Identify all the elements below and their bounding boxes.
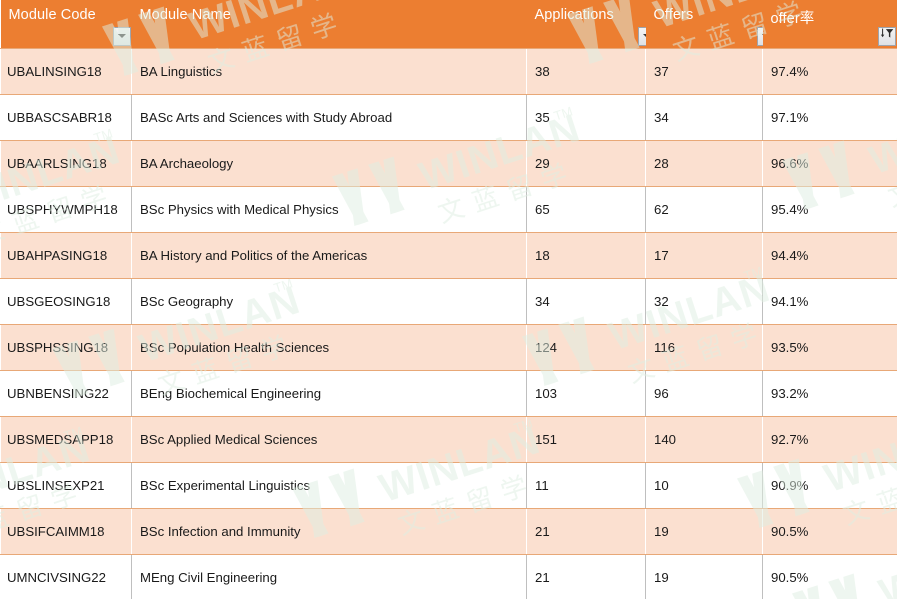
- cell-module-name: BA Archaeology: [131, 139, 527, 187]
- cell-offers: 17: [645, 231, 763, 279]
- table-row[interactable]: UBSPHSSING18 BSc Population Health Scien…: [0, 323, 897, 371]
- table-row[interactable]: UBSGEOSING18 BSc Geography 34 32 94.1%: [0, 277, 897, 325]
- cell-offers: 34: [645, 93, 763, 141]
- cell-module-code: UBSPHSSING18: [0, 323, 132, 371]
- cell-module-code: UBSGEOSING18: [0, 277, 132, 325]
- cell-applications: 65: [526, 185, 646, 233]
- cell-module-code: UMNCIVSING22: [0, 553, 132, 599]
- table-row[interactable]: UBAHPASING18 BA History and Politics of …: [0, 231, 897, 279]
- column-header-offer-rate[interactable]: offer率: [762, 0, 897, 48]
- filter-dropdown-module-code[interactable]: [112, 26, 131, 46]
- cell-module-code: UBSLINSEXP21: [0, 461, 132, 509]
- cell-module-name: BASc Arts and Sciences with Study Abroad: [131, 93, 527, 141]
- cell-applications: 21: [526, 553, 646, 599]
- table-header: Module Code Module Name Applications Off…: [0, 0, 897, 48]
- cell-module-code: UBSMEDSAPP18: [0, 415, 132, 463]
- cell-offer-rate: 92.7%: [762, 415, 897, 463]
- cell-offers: 140: [645, 415, 763, 463]
- cell-offer-rate: 94.1%: [762, 277, 897, 325]
- cell-offers: 62: [645, 185, 763, 233]
- column-header-label: Applications: [534, 7, 614, 23]
- cell-applications: 124: [526, 323, 646, 371]
- cell-applications: 103: [526, 369, 646, 417]
- header-row: Module Code Module Name Applications Off…: [0, 0, 897, 48]
- cell-offers: 116: [645, 323, 763, 371]
- cell-module-code: UBNBENSING22: [0, 369, 132, 417]
- cell-offer-rate: 94.4%: [762, 231, 897, 279]
- column-header-label: offer率: [770, 11, 815, 27]
- cell-module-code: UBAHPASING18: [0, 231, 132, 279]
- table-row[interactable]: UMNCIVSING22 MEng Civil Engineering 21 1…: [0, 553, 897, 599]
- cell-offer-rate: 97.4%: [762, 47, 897, 95]
- column-header-label: Module Code: [8, 7, 96, 23]
- cell-offers: 32: [645, 277, 763, 325]
- cell-offer-rate: 90.5%: [762, 553, 897, 599]
- table-row[interactable]: UBSIFCAIMM18 BSc Infection and Immunity …: [0, 507, 897, 555]
- cell-module-name: BSc Population Health Sciences: [131, 323, 527, 371]
- cell-applications: 35: [526, 93, 646, 141]
- cell-offer-rate: 93.5%: [762, 323, 897, 371]
- cell-module-name: BEng Biochemical Engineering: [131, 369, 527, 417]
- cell-applications: 38: [526, 47, 646, 95]
- filter-dropdown-offer-rate[interactable]: [877, 26, 896, 46]
- cell-offer-rate: 97.1%: [762, 93, 897, 141]
- spreadsheet-screen: Module Code Module Name Applications Off…: [0, 0, 897, 599]
- cell-offers: 10: [645, 461, 763, 509]
- cell-offer-rate: 90.5%: [762, 507, 897, 555]
- module-offer-rate-table: Module Code Module Name Applications Off…: [0, 0, 897, 599]
- chevron-down-icon: [117, 34, 126, 38]
- cell-module-name: MEng Civil Engineering: [131, 553, 527, 599]
- cell-module-code: UBAARLSING18: [0, 139, 132, 187]
- cell-module-name: BA Linguistics: [131, 47, 527, 95]
- cell-applications: 29: [526, 139, 646, 187]
- column-header-module-code[interactable]: Module Code: [0, 0, 132, 48]
- cell-module-code: UBBASCSABR18: [0, 93, 132, 141]
- column-header-offers[interactable]: Offers: [645, 0, 775, 48]
- column-header-applications[interactable]: Applications: [526, 0, 656, 48]
- cell-applications: 11: [526, 461, 646, 509]
- table-row[interactable]: UBSLINSEXP21 BSc Experimental Linguistic…: [0, 461, 897, 509]
- cell-offer-rate: 95.4%: [762, 185, 897, 233]
- cell-module-code: UBSPHYWMPH18: [0, 185, 132, 233]
- column-header-module-name[interactable]: Module Name: [131, 0, 658, 48]
- cell-applications: 151: [526, 415, 646, 463]
- cell-module-name: BSc Infection and Immunity: [131, 507, 527, 555]
- cell-offers: 19: [645, 507, 763, 555]
- table-body: UBALINSING18 BA Linguistics 38 37 97.4% …: [0, 47, 897, 599]
- cell-applications: 34: [526, 277, 646, 325]
- table-row[interactable]: UBNBENSING22 BEng Biochemical Engineerin…: [0, 369, 897, 417]
- table-row[interactable]: UBBASCSABR18 BASc Arts and Sciences with…: [0, 93, 897, 141]
- cell-module-name: BSc Experimental Linguistics: [131, 461, 527, 509]
- cell-module-name: BA History and Politics of the Americas: [131, 231, 527, 279]
- table-row[interactable]: UBAARLSING18 BA Archaeology 29 28 96.6%: [0, 139, 897, 187]
- cell-offer-rate: 96.6%: [762, 139, 897, 187]
- cell-offer-rate: 90.9%: [762, 461, 897, 509]
- cell-offer-rate: 93.2%: [762, 369, 897, 417]
- cell-module-name: BSc Physics with Medical Physics: [131, 185, 527, 233]
- cell-offers: 28: [645, 139, 763, 187]
- cell-offers: 19: [645, 553, 763, 599]
- cell-applications: 21: [526, 507, 646, 555]
- column-header-label: Module Name: [139, 7, 231, 23]
- table-row[interactable]: UBSPHYWMPH18 BSc Physics with Medical Ph…: [0, 185, 897, 233]
- cell-module-code: UBSIFCAIMM18: [0, 507, 132, 555]
- cell-module-name: BSc Applied Medical Sciences: [131, 415, 527, 463]
- column-header-label: Offers: [653, 7, 694, 23]
- table-row[interactable]: UBALINSING18 BA Linguistics 38 37 97.4%: [0, 47, 897, 95]
- cell-applications: 18: [526, 231, 646, 279]
- cell-module-name: BSc Geography: [131, 277, 527, 325]
- cell-offers: 96: [645, 369, 763, 417]
- cell-offers: 37: [645, 47, 763, 95]
- table-row[interactable]: UBSMEDSAPP18 BSc Applied Medical Science…: [0, 415, 897, 463]
- sort-filter-icon: [880, 28, 894, 44]
- cell-module-code: UBALINSING18: [0, 47, 132, 95]
